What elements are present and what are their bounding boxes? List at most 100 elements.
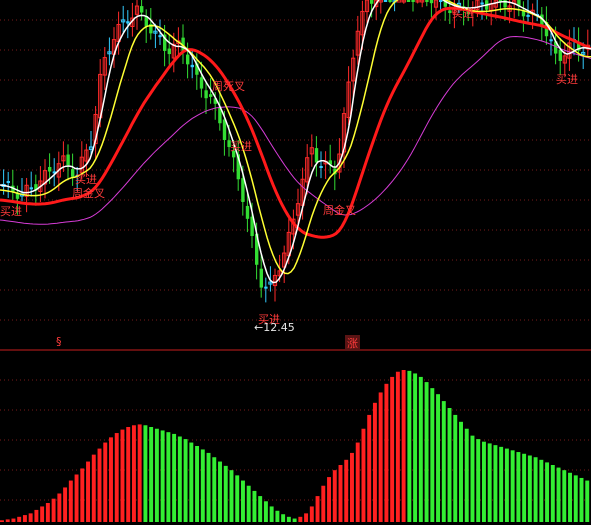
indicator-bar [424, 382, 429, 522]
signal-annotation: 周金叉 [323, 203, 356, 217]
candle-body [314, 148, 319, 163]
candle-body [406, 0, 411, 2]
indicator-bar [189, 442, 194, 522]
indicator-bar [183, 439, 188, 522]
indicator-bar [97, 448, 102, 522]
signal-annotation: 买进 [556, 73, 578, 86]
indicator-bar [263, 501, 268, 522]
indicator-bar [407, 370, 412, 522]
rise-marker: 涨 [345, 335, 360, 351]
indicator-bar [22, 515, 27, 522]
indicator-bar [63, 487, 68, 522]
indicator-bar [447, 408, 452, 522]
candle-body [6, 181, 10, 184]
indicator-bar [321, 485, 326, 522]
candle-body [126, 21, 130, 24]
indicator-bar [195, 446, 200, 522]
indicator-bar [499, 446, 504, 522]
indicator-bar [327, 477, 331, 522]
indicator-bar [51, 498, 56, 522]
candle-body [66, 154, 70, 166]
indicator-bar [579, 477, 584, 522]
indicator-bar [493, 445, 498, 522]
indicator-bar [86, 461, 91, 522]
indicator-bar [212, 457, 217, 522]
indicator-bar [395, 371, 400, 522]
indicator-bar [418, 376, 423, 522]
candle-body [439, 0, 443, 2]
indicator-bar [510, 450, 515, 522]
indicator-bar [367, 414, 372, 522]
candle-body [167, 48, 171, 55]
indicator-bar [143, 425, 148, 522]
indicator-bar [34, 509, 39, 522]
indicator-bar [413, 373, 418, 522]
indicator-bar [361, 428, 366, 522]
indicator-bar [516, 452, 521, 522]
indicator-bar [17, 516, 22, 522]
indicator-bar [103, 442, 108, 522]
indicator-bar [568, 472, 572, 522]
ma-short-line [0, 0, 591, 284]
candle-body [241, 178, 245, 202]
stock-chart: 买进周金叉买进周死叉买进买进周金叉买进买进←12.45 [0, 0, 591, 522]
indicator-bar [338, 465, 343, 522]
indicator-bar [28, 513, 33, 522]
indicator-bar [481, 441, 486, 522]
indicator-bar [45, 503, 50, 522]
candle-body [29, 187, 33, 190]
indicator-bar [126, 427, 131, 522]
indicator-bar [527, 455, 532, 522]
indicator-bar [172, 433, 177, 522]
indicator-bar [166, 432, 171, 522]
indicator-bar [154, 428, 159, 522]
indicator-bar [556, 467, 561, 522]
indicator-bar [350, 452, 354, 522]
indicator-bar [372, 402, 377, 522]
indicator-bar [269, 506, 274, 522]
indicator-bar [246, 485, 251, 522]
indicator-bar [286, 516, 291, 522]
candle-body [411, 0, 415, 2]
indicator-bar [470, 435, 475, 522]
candle-body [204, 90, 208, 99]
indicator-bar [522, 453, 527, 522]
indicator-bar [436, 394, 441, 522]
candle-body [319, 166, 323, 169]
indicator-bar [252, 490, 257, 522]
indicator-bar [131, 425, 136, 522]
indicator-bar [80, 468, 85, 522]
low-price-label: ←12.45 [254, 321, 295, 334]
indicator-bar [550, 465, 555, 522]
indicator-bar [11, 518, 16, 522]
indicator-bar [206, 452, 211, 522]
indicator-bar [137, 424, 142, 522]
indicator-bar [281, 514, 286, 522]
signal-annotation: 买进 [0, 205, 22, 218]
indicator-bar [562, 470, 567, 522]
indicator-bar [292, 518, 297, 522]
indicator-bars [0, 370, 590, 522]
indicator-bar [120, 429, 125, 522]
candle-body [222, 119, 227, 141]
indicator-bar [545, 462, 550, 522]
candle-body [425, 0, 429, 2]
indicator-bar [235, 475, 240, 522]
indicator-bar [453, 414, 458, 522]
candle-body [186, 54, 190, 65]
signal-annotation: 买进 [230, 140, 252, 153]
signal-annotation: 买进 [75, 173, 97, 186]
indicator-bar [177, 436, 182, 522]
signal-annotation: 周死叉 [212, 80, 245, 93]
candle-body [71, 169, 75, 177]
indicator-bar [441, 401, 446, 522]
indicator-bar [430, 388, 435, 522]
indicator-bar [223, 465, 228, 522]
ma-long-line [0, 6, 591, 239]
indicator-bar [573, 475, 578, 522]
candle-body [383, 0, 388, 2]
indicator-bar [355, 442, 360, 522]
indicator-bar [40, 506, 45, 522]
candle-body [429, 0, 434, 4]
indicator-bar [74, 474, 79, 522]
